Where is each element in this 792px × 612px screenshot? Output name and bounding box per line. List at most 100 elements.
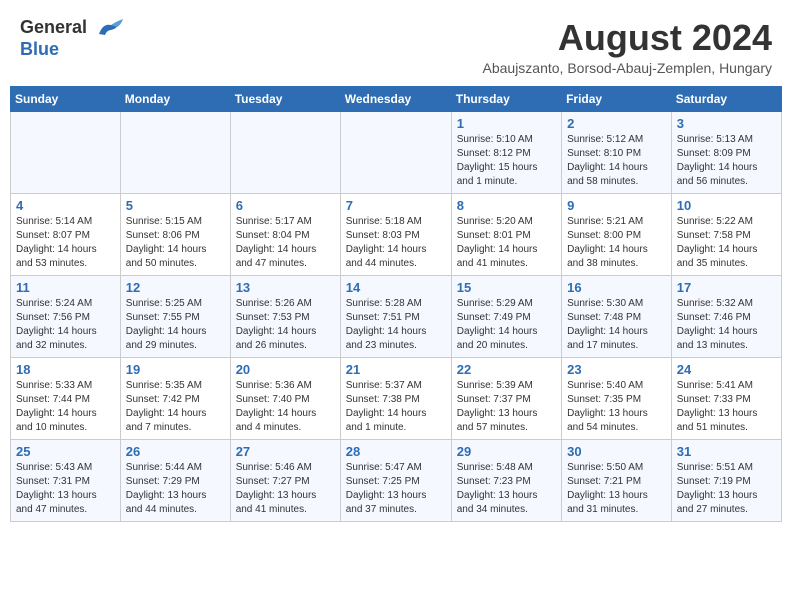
day-number: 9 bbox=[567, 198, 666, 213]
calendar-cell: 16Sunrise: 5:30 AM Sunset: 7:48 PM Dayli… bbox=[562, 275, 672, 357]
calendar-cell bbox=[11, 111, 121, 193]
day-info: Sunrise: 5:43 AM Sunset: 7:31 PM Dayligh… bbox=[16, 461, 115, 517]
calendar-cell: 20 Sunrise: 5:36 AM Sunset: 7:40 PM Dayli… bbox=[230, 357, 340, 439]
calendar-week-row: 1 Sunrise: 5:10 AM Sunset: 8:12 PM Daylig… bbox=[11, 111, 782, 193]
day-number: 27 bbox=[236, 444, 335, 459]
logo-text: General bbox=[20, 18, 123, 39]
calendar-cell: 14 Sunrise: 5:28 AM Sunset: 7:51 PM Dayli… bbox=[340, 275, 451, 357]
day-info: Sunrise: 5:14 AM Sunset: 8:07 PM Dayligh… bbox=[16, 215, 115, 271]
calendar-cell: 29 Sunrise: 5:48 AM Sunset: 7:23 PM Dayli… bbox=[451, 439, 561, 521]
day-info: Sunrise: 5:21 AM Sunset: 8:00 PM Dayligh… bbox=[567, 215, 666, 271]
day-number: 17 bbox=[677, 280, 776, 295]
day-info: Sunrise: 5:26 AM Sunset: 7:53 PM Dayligh… bbox=[236, 297, 335, 353]
calendar-cell: 28 Sunrise: 5:47 AM Sunset: 7:25 PM Dayli… bbox=[340, 439, 451, 521]
logo-blue: Blue bbox=[20, 39, 59, 59]
day-info: Sunrise: 5:37 AM Sunset: 7:38 PM Dayligh… bbox=[346, 379, 446, 435]
calendar-title-area: August 2024 Abaujszanto, Borsod-Abauj-Ze… bbox=[483, 18, 773, 76]
calendar-cell: 13 Sunrise: 5:26 AM Sunset: 7:53 PM Dayli… bbox=[230, 275, 340, 357]
day-info: Sunrise: 5:18 AM Sunset: 8:03 PM Dayligh… bbox=[346, 215, 446, 271]
day-number: 13 bbox=[236, 280, 335, 295]
calendar-cell: 25 Sunrise: 5:43 AM Sunset: 7:31 PM Dayli… bbox=[11, 439, 121, 521]
calendar-week-row: 4 Sunrise: 5:14 AM Sunset: 8:07 PM Daylig… bbox=[11, 193, 782, 275]
calendar-cell: 23 Sunrise: 5:40 AM Sunset: 7:35 PM Dayli… bbox=[562, 357, 672, 439]
day-number: 23 bbox=[567, 362, 666, 377]
calendar-week-row: 25 Sunrise: 5:43 AM Sunset: 7:31 PM Dayli… bbox=[11, 439, 782, 521]
day-number: 24 bbox=[677, 362, 776, 377]
day-number: 14 bbox=[346, 280, 446, 295]
day-info: Sunrise: 5:47 AM Sunset: 7:25 PM Dayligh… bbox=[346, 461, 446, 517]
day-number: 15 bbox=[457, 280, 556, 295]
day-info: Sunrise: 5:20 AM Sunset: 8:01 PM Dayligh… bbox=[457, 215, 556, 271]
day-info: Sunrise: 5:32 AM Sunset: 7:46 PM Dayligh… bbox=[677, 297, 776, 353]
col-monday: Monday bbox=[120, 86, 230, 111]
day-info: Sunrise: 5:40 AM Sunset: 7:35 PM Dayligh… bbox=[567, 379, 666, 435]
day-info: Sunrise: 5:51 AM Sunset: 7:19 PM Dayligh… bbox=[677, 461, 776, 517]
col-tuesday: Tuesday bbox=[230, 86, 340, 111]
day-number: 26 bbox=[126, 444, 225, 459]
day-info: Sunrise: 5:25 AM Sunset: 7:55 PM Dayligh… bbox=[126, 297, 225, 353]
calendar-cell: 11 Sunrise: 5:24 AM Sunset: 7:56 PM Dayli… bbox=[11, 275, 121, 357]
day-number: 29 bbox=[457, 444, 556, 459]
calendar-cell: 27 Sunrise: 5:46 AM Sunset: 7:27 PM Dayli… bbox=[230, 439, 340, 521]
day-number: 25 bbox=[16, 444, 115, 459]
day-number: 12 bbox=[126, 280, 225, 295]
calendar-cell: 18Sunrise: 5:33 AM Sunset: 7:44 PM Dayli… bbox=[11, 357, 121, 439]
day-number: 5 bbox=[126, 198, 225, 213]
day-info: Sunrise: 5:44 AM Sunset: 7:29 PM Dayligh… bbox=[126, 461, 225, 517]
col-wednesday: Wednesday bbox=[340, 86, 451, 111]
calendar-cell: 26 Sunrise: 5:44 AM Sunset: 7:29 PM Dayli… bbox=[120, 439, 230, 521]
calendar-table: Sunday Monday Tuesday Wednesday Thursday… bbox=[10, 86, 782, 522]
logo-general: General bbox=[20, 17, 87, 37]
logo: General Blue bbox=[20, 18, 123, 60]
day-number: 2 bbox=[567, 116, 666, 131]
calendar-cell: 30 Sunrise: 5:50 AM Sunset: 7:21 PM Dayli… bbox=[562, 439, 672, 521]
day-number: 6 bbox=[236, 198, 335, 213]
day-info: Sunrise: 5:28 AM Sunset: 7:51 PM Dayligh… bbox=[346, 297, 446, 353]
day-info: Sunrise: 5:10 AM Sunset: 8:12 PM Dayligh… bbox=[457, 133, 556, 189]
day-number: 11 bbox=[16, 280, 115, 295]
day-number: 4 bbox=[16, 198, 115, 213]
day-number: 28 bbox=[346, 444, 446, 459]
day-number: 1 bbox=[457, 116, 556, 131]
day-info: Sunrise: 5:12 AM Sunset: 8:10 PM Dayligh… bbox=[567, 133, 666, 189]
calendar-cell: 9 Sunrise: 5:21 AM Sunset: 8:00 PM Daylig… bbox=[562, 193, 672, 275]
calendar-cell: 4 Sunrise: 5:14 AM Sunset: 8:07 PM Daylig… bbox=[11, 193, 121, 275]
day-info: Sunrise: 5:29 AM Sunset: 7:49 PM Dayligh… bbox=[457, 297, 556, 353]
day-info: Sunrise: 5:50 AM Sunset: 7:21 PM Dayligh… bbox=[567, 461, 666, 517]
calendar-cell: 15 Sunrise: 5:29 AM Sunset: 7:49 PM Dayli… bbox=[451, 275, 561, 357]
day-info: Sunrise: 5:46 AM Sunset: 7:27 PM Dayligh… bbox=[236, 461, 335, 517]
day-number: 7 bbox=[346, 198, 446, 213]
col-friday: Friday bbox=[562, 86, 672, 111]
calendar-cell: 19Sunrise: 5:35 AM Sunset: 7:42 PM Dayli… bbox=[120, 357, 230, 439]
logo-bird-icon bbox=[95, 19, 123, 39]
day-number: 18 bbox=[16, 362, 115, 377]
day-number: 21 bbox=[346, 362, 446, 377]
calendar-cell: 8 Sunrise: 5:20 AM Sunset: 8:01 PM Daylig… bbox=[451, 193, 561, 275]
calendar-cell: 21 Sunrise: 5:37 AM Sunset: 7:38 PM Dayli… bbox=[340, 357, 451, 439]
day-number: 20 bbox=[236, 362, 335, 377]
calendar-cell: 31 Sunrise: 5:51 AM Sunset: 7:19 PM Dayli… bbox=[671, 439, 781, 521]
calendar-cell bbox=[120, 111, 230, 193]
calendar-header-row: Sunday Monday Tuesday Wednesday Thursday… bbox=[11, 86, 782, 111]
day-info: Sunrise: 5:15 AM Sunset: 8:06 PM Dayligh… bbox=[126, 215, 225, 271]
calendar-cell: 7 Sunrise: 5:18 AM Sunset: 8:03 PM Daylig… bbox=[340, 193, 451, 275]
day-info: Sunrise: 5:39 AM Sunset: 7:37 PM Dayligh… bbox=[457, 379, 556, 435]
calendar-week-row: 11 Sunrise: 5:24 AM Sunset: 7:56 PM Dayli… bbox=[11, 275, 782, 357]
calendar-cell: 12 Sunrise: 5:25 AM Sunset: 7:55 PM Dayli… bbox=[120, 275, 230, 357]
calendar-cell: 22Sunrise: 5:39 AM Sunset: 7:37 PM Dayli… bbox=[451, 357, 561, 439]
calendar-cell: 24Sunrise: 5:41 AM Sunset: 7:33 PM Dayli… bbox=[671, 357, 781, 439]
day-info: Sunrise: 5:36 AM Sunset: 7:40 PM Dayligh… bbox=[236, 379, 335, 435]
page-header: General Blue August 2024 Abaujszanto, Bo… bbox=[10, 10, 782, 80]
day-info: Sunrise: 5:24 AM Sunset: 7:56 PM Dayligh… bbox=[16, 297, 115, 353]
day-number: 8 bbox=[457, 198, 556, 213]
calendar-cell bbox=[340, 111, 451, 193]
day-info: Sunrise: 5:48 AM Sunset: 7:23 PM Dayligh… bbox=[457, 461, 556, 517]
day-info: Sunrise: 5:13 AM Sunset: 8:09 PM Dayligh… bbox=[677, 133, 776, 189]
day-number: 3 bbox=[677, 116, 776, 131]
calendar-cell: 3 Sunrise: 5:13 AM Sunset: 8:09 PM Daylig… bbox=[671, 111, 781, 193]
calendar-cell: 2 Sunrise: 5:12 AM Sunset: 8:10 PM Daylig… bbox=[562, 111, 672, 193]
calendar-cell: 10Sunrise: 5:22 AM Sunset: 7:58 PM Dayli… bbox=[671, 193, 781, 275]
day-number: 30 bbox=[567, 444, 666, 459]
calendar-cell: 6Sunrise: 5:17 AM Sunset: 8:04 PM Daylig… bbox=[230, 193, 340, 275]
day-number: 31 bbox=[677, 444, 776, 459]
